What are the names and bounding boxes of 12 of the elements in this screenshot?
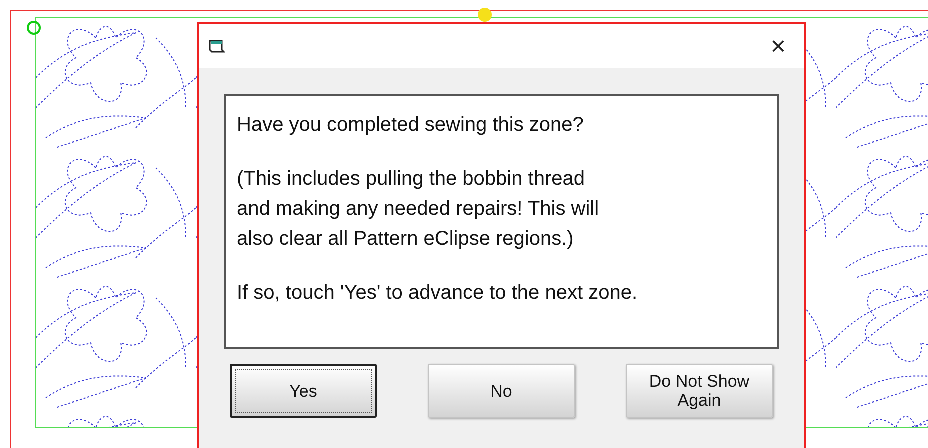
close-button[interactable]: × — [766, 33, 790, 59]
dialog-button[interactable]: No — [428, 364, 575, 418]
window-icon — [209, 39, 225, 53]
message-text: If so, touch 'Yes' to advance to the next zone. — [237, 281, 638, 306]
message-text: and making any needed repairs! This will — [237, 197, 600, 222]
message-text: (This includes pulling the bobbin thread — [237, 167, 586, 192]
dialog-button[interactable]: Do Not Show Again — [626, 364, 773, 418]
dialog-button[interactable]: Yes — [230, 364, 377, 418]
position-marker-icon — [478, 8, 492, 22]
message-text: Have you completed sewing this zone? — [237, 113, 585, 138]
start-marker-icon — [27, 21, 41, 35]
message-text: also clear all Pattern eClipse regions.) — [237, 227, 575, 252]
